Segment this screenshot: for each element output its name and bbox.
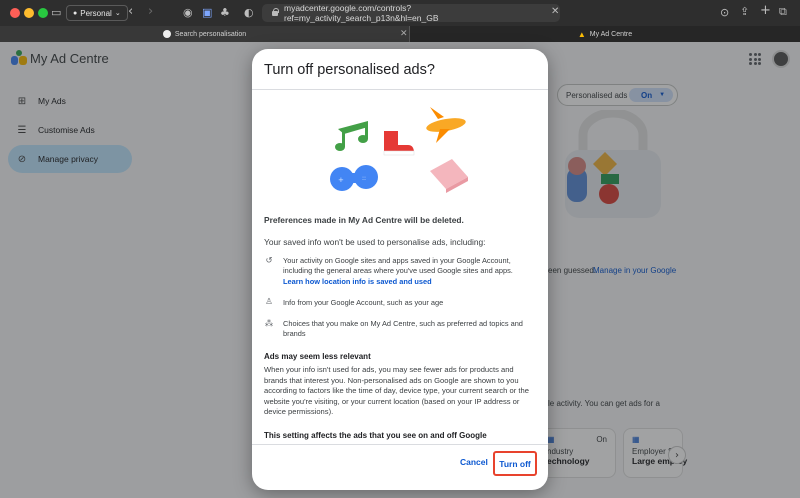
google-favicon-icon [162,30,171,38]
hierarchy-icon: ⁂ [264,319,274,329]
person-icon: ● [73,9,78,17]
tab-my-ad-centre[interactable]: ▲ My Ad Centre [410,26,800,42]
extension-icon[interactable]: ◉ [183,7,193,19]
ad-centre-favicon-icon: ▲ [577,29,586,39]
tab-label: My Ad Centre [589,30,633,38]
people-extension-icon[interactable]: ♣ [220,7,230,19]
shield-extension-icon[interactable]: ▣ [202,7,212,19]
address-bar[interactable]: myadcenter.google.com/controls?ref=my_ac… [262,3,560,23]
clear-url-icon[interactable]: ✕ [551,6,559,18]
close-window-button[interactable] [10,8,20,18]
tab-strip: Search personalisation ✕ ▲ My Ad Centre [0,26,800,42]
lock-icon [272,8,279,16]
list-item-activity: Your activity on Google sites and apps s… [283,256,533,287]
section-less-relevant-body: When your info isn't used for ads, you m… [264,365,529,417]
tab-overview-icon[interactable]: ⧉ [779,6,787,18]
turn-off-dialog: Turn off personalised ads? + :: Preferen… [252,49,548,490]
profile-label: Personal [80,8,112,18]
svg-text:::: :: [362,175,366,182]
learn-location-link[interactable]: Learn how location info is saved and use… [283,277,533,287]
tab-search-personalisation[interactable]: Search personalisation [0,26,410,42]
downloads-icon[interactable]: ⊙ [720,7,729,19]
profile-button[interactable]: ● Personal ⌄ [66,5,128,21]
section-less-relevant-title: Ads may seem less relevant [264,352,371,361]
back-icon[interactable]: ‹ [128,5,133,18]
share-icon[interactable]: ⇪ [740,6,749,18]
tab-label: Search personalisation [174,30,247,38]
hobbies-illustration: + :: [330,107,468,193]
dialog-bottom-divider [252,444,548,445]
new-tab-icon[interactable]: + [760,4,771,17]
chevron-down-icon: ⌄ [114,10,121,17]
person-icon: ♙ [265,297,273,307]
dialog-content[interactable]: + :: Preferences made in My Ad Centre wi… [252,89,548,444]
forward-icon[interactable]: › [148,5,153,18]
svg-text:+: + [338,176,344,184]
list-item-account-info: Info from your Google Account, such as y… [283,298,444,307]
close-tab-icon[interactable]: ✕ [400,28,408,39]
history-icon: ↺ [265,256,273,266]
dialog-heading: Preferences made in My Ad Centre will be… [264,215,464,225]
cancel-button[interactable]: Cancel [460,457,488,467]
section-affects-title: This setting affects the ads that you se… [264,431,487,440]
dialog-intro: Your saved info won't be used to persona… [264,237,486,247]
url-text: myadcenter.google.com/controls?ref=my_ac… [284,3,439,23]
list-item-choices: Choices that you make on My Ad Centre, s… [283,319,523,339]
maximize-window-button[interactable] [38,8,48,18]
minimize-window-button[interactable] [24,8,34,18]
browser-titlebar: ▭ ● Personal ⌄ ‹ › ◉ ▣ ♣ ◐ myadcenter.go… [0,0,800,26]
privacy-report-icon[interactable]: ◐ [244,7,254,19]
sidebar-toggle-icon[interactable]: ▭ [51,7,61,19]
dialog-title: Turn off personalised ads? [264,62,435,78]
turn-off-button[interactable]: Turn off [493,451,537,476]
